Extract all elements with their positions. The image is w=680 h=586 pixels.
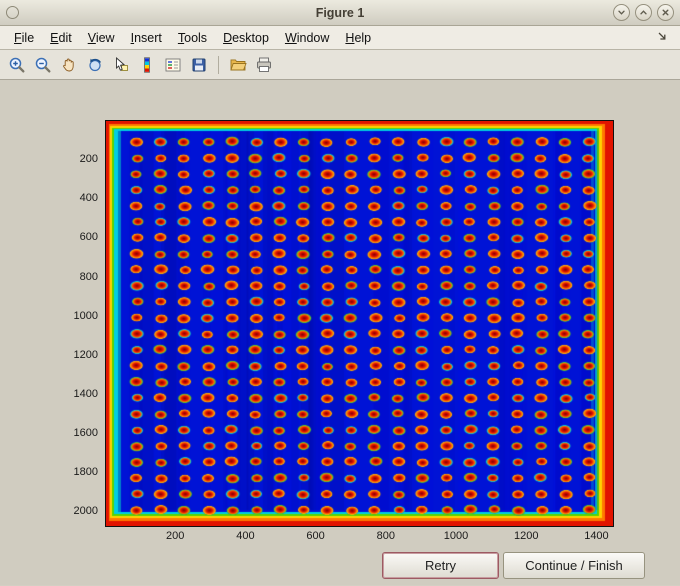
menu-edit[interactable]: Edit [42, 28, 80, 48]
x-tick-label: 1000 [443, 530, 469, 542]
zoom-in-icon[interactable] [5, 53, 29, 77]
close-button[interactable] [657, 4, 674, 21]
menubar: File Edit View Insert Tools Desktop Wind… [0, 26, 680, 50]
minimize-button[interactable] [613, 4, 630, 21]
y-tick-label: 1600 [73, 427, 98, 440]
toolbar-separator [218, 55, 219, 74]
chevron-down-icon [618, 10, 625, 15]
rotate-3d-icon[interactable] [83, 53, 107, 77]
plot-image[interactable] [106, 121, 613, 526]
y-tick-label: 400 [79, 192, 98, 205]
insert-legend-icon[interactable] [161, 53, 185, 77]
y-tick-label: 1800 [73, 466, 98, 479]
y-tick-label: 1200 [73, 348, 98, 361]
window-menu-icon[interactable] [6, 6, 19, 19]
x-tick-label: 1200 [513, 530, 539, 542]
y-tick-label: 200 [79, 153, 98, 166]
close-icon [662, 9, 669, 16]
menu-tools[interactable]: Tools [170, 28, 215, 48]
colorbar-icon[interactable] [135, 53, 159, 77]
x-tick-label: 200 [166, 530, 185, 542]
y-tick-label: 800 [79, 270, 98, 283]
figure-canvas-area: 200 400 600 800 1000 1200 1400 1600 1800 2000 200… [0, 80, 680, 585]
dock-figure-icon[interactable] [650, 27, 674, 49]
figure-window: Figure 1 File Edit View Insert Tools Des… [0, 0, 680, 586]
menu-insert[interactable]: Insert [123, 28, 170, 48]
data-cursor-icon[interactable] [109, 53, 133, 77]
zoom-out-icon[interactable] [31, 53, 55, 77]
y-tick-label: 600 [79, 231, 98, 244]
menu-view[interactable]: View [80, 28, 123, 48]
x-tick-label: 400 [236, 530, 255, 542]
open-folder-icon[interactable] [226, 53, 250, 77]
menu-file[interactable]: File [6, 28, 42, 48]
x-tick-label: 600 [306, 530, 325, 542]
window-controls [608, 4, 674, 21]
y-tick-label: 1400 [73, 387, 98, 400]
window-title: Figure 1 [315, 5, 365, 20]
print-icon[interactable] [252, 53, 276, 77]
save-icon[interactable] [187, 53, 211, 77]
x-tick-label: 1400 [584, 530, 609, 542]
menu-desktop[interactable]: Desktop [215, 28, 277, 48]
x-axis-ticks: 200 400 600 800 1000 1200 1400 [105, 530, 614, 546]
chevron-up-icon [640, 10, 647, 15]
y-tick-label: 1000 [73, 309, 98, 322]
pan-hand-icon[interactable] [57, 53, 81, 77]
y-axis-ticks: 200 400 600 800 1000 1200 1400 1600 1800 2000 [0, 120, 98, 527]
titlebar: Figure 1 [0, 0, 680, 26]
retry-button[interactable]: Retry [382, 552, 499, 579]
menu-help[interactable]: Help [337, 28, 379, 48]
menu-window[interactable]: Window [277, 28, 337, 48]
maximize-button[interactable] [635, 4, 652, 21]
x-tick-label: 800 [376, 530, 395, 542]
axes [105, 120, 614, 527]
y-tick-label: 2000 [73, 505, 98, 518]
figure-toolbar [0, 50, 680, 80]
continue-finish-button[interactable]: Continue / Finish [503, 552, 645, 579]
